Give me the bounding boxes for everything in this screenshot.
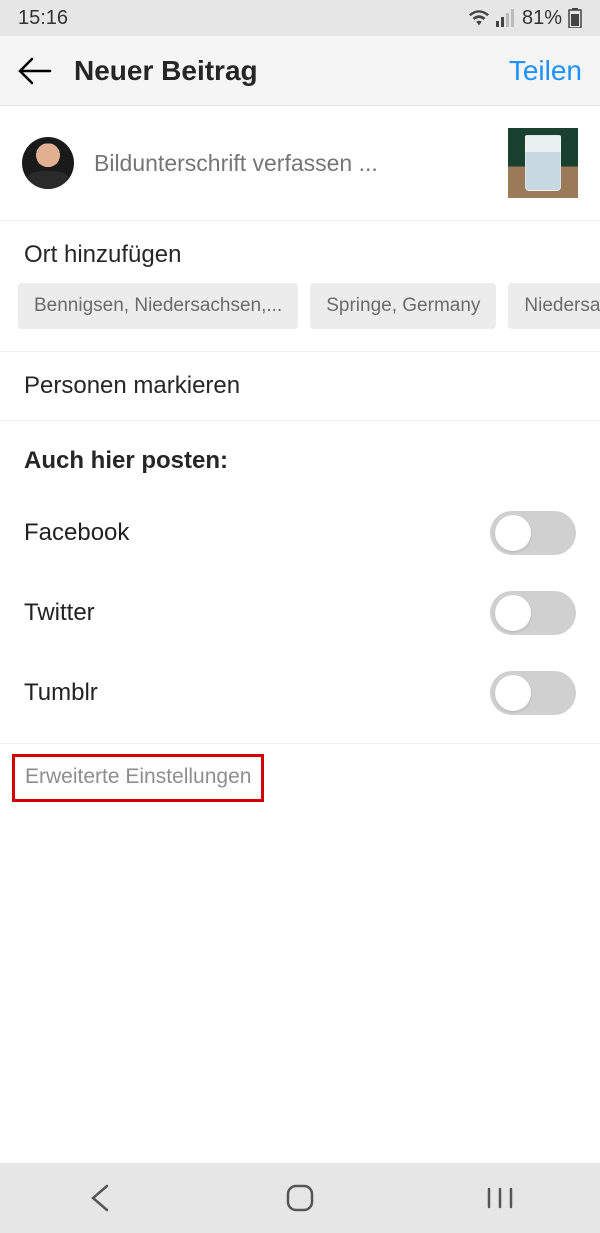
status-bar: 15:16 81% <box>0 0 600 36</box>
app-header: Neuer Beitrag Teilen <box>0 36 600 106</box>
toggle-facebook[interactable] <box>490 511 576 555</box>
location-chips: Bennigsen, Niedersachsen,... Springe, Ge… <box>0 283 600 352</box>
advanced-settings-wrap: Erweiterte Einstellungen <box>0 743 600 812</box>
tag-people-label: Personen markieren <box>24 372 240 399</box>
status-battery-text: 81% <box>522 7 562 30</box>
advanced-settings-label: Erweiterte Einstellungen <box>25 765 251 788</box>
nav-recents-button[interactable] <box>440 1186 560 1210</box>
crosspost-label: Tumblr <box>24 679 98 707</box>
compose-row <box>0 106 600 221</box>
add-location-label: Ort hinzufügen <box>24 241 181 268</box>
crosspost-title: Auch hier posten: <box>24 447 576 475</box>
post-thumbnail[interactable] <box>508 128 578 198</box>
crosspost-row-twitter: Twitter <box>0 573 600 653</box>
location-chip[interactable]: Springe, Germany <box>310 283 496 329</box>
page-title: Neuer Beitrag <box>74 55 509 87</box>
status-right: 81% <box>468 7 582 30</box>
tag-people-row[interactable]: Personen markieren <box>0 352 600 421</box>
add-location-row[interactable]: Ort hinzufügen <box>0 221 600 285</box>
location-chip[interactable]: Bennigsen, Niedersachsen,... <box>18 283 298 329</box>
caption-input[interactable] <box>94 150 488 177</box>
toggle-twitter[interactable] <box>490 591 576 635</box>
share-button[interactable]: Teilen <box>509 55 582 87</box>
battery-icon <box>568 8 582 28</box>
crosspost-row-tumblr: Tumblr <box>0 653 600 733</box>
wifi-icon <box>468 9 490 27</box>
avatar <box>22 137 74 189</box>
crosspost-section: Auch hier posten: <box>0 421 600 493</box>
crosspost-label: Facebook <box>24 519 129 547</box>
crosspost-label: Twitter <box>24 599 95 627</box>
location-chip[interactable]: Niedersachsen, Ge <box>508 283 600 329</box>
status-time: 15:16 <box>18 7 68 30</box>
toggle-tumblr[interactable] <box>490 671 576 715</box>
signal-icon <box>496 9 516 27</box>
nav-back-button[interactable] <box>40 1184 160 1212</box>
nav-home-button[interactable] <box>240 1183 360 1213</box>
advanced-settings-button[interactable]: Erweiterte Einstellungen <box>12 754 264 802</box>
crosspost-row-facebook: Facebook <box>0 493 600 573</box>
system-navbar <box>0 1163 600 1233</box>
back-icon[interactable] <box>18 57 52 85</box>
